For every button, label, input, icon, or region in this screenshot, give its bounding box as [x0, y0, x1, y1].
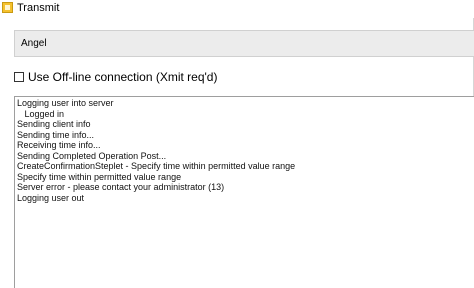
transmit-log[interactable]: Logging user into server Logged in Sendi…	[14, 96, 474, 288]
log-line: Sending client info	[17, 119, 91, 129]
offline-connection-option[interactable]: Use Off-line connection (Xmit req'd)	[14, 69, 217, 85]
user-name: Angel	[21, 38, 47, 49]
offline-connection-checkbox[interactable]	[14, 72, 24, 82]
log-line: Logged in	[17, 108, 65, 119]
window-title: Transmit	[17, 2, 60, 14]
log-line: Logging user into server	[17, 98, 114, 108]
log-lines: Logging user into server Logged in Sendi…	[17, 98, 295, 203]
log-line: Logging user out	[17, 192, 85, 203]
transmit-window: Transmit Angel Use Off-line connection (…	[0, 0, 474, 288]
transmit-app-icon	[2, 2, 13, 13]
user-name-bar: Angel	[14, 30, 474, 57]
offline-connection-label[interactable]: Use Off-line connection (Xmit req'd)	[28, 70, 217, 84]
title-bar: Transmit	[0, 0, 474, 18]
log-line: Specify time within permitted value rang…	[17, 171, 182, 182]
log-line: Receiving time info...	[17, 140, 101, 150]
log-line: Server error - please contact your admin…	[17, 182, 225, 192]
log-line: Sending time info...	[17, 129, 95, 140]
log-line: CreateConfirmationSteplet - Specify time…	[17, 161, 296, 171]
log-line: Sending Completed Operation Post...	[17, 150, 167, 161]
